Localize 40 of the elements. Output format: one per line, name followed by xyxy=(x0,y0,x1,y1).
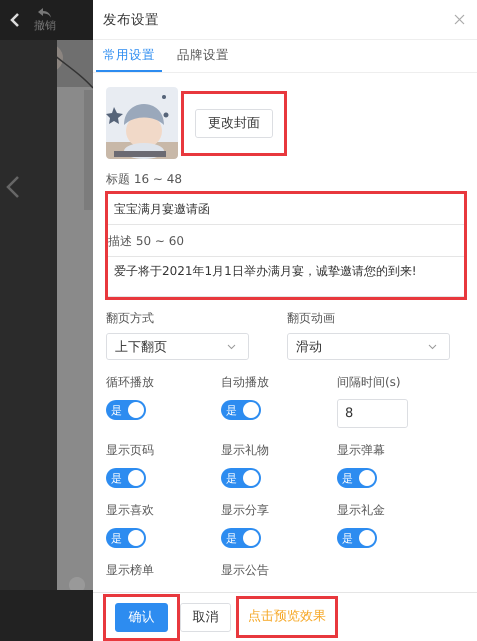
undo-icon xyxy=(38,8,52,18)
undo-button[interactable]: 撤销 xyxy=(34,8,56,32)
option-label: 显示公告 xyxy=(221,562,270,579)
caret-icon xyxy=(227,344,236,350)
confirm-button[interactable]: 确认 xyxy=(115,602,168,632)
tab[interactable]: 品牌设置 xyxy=(170,40,236,72)
field-label: 翻页动画 xyxy=(287,310,336,327)
chevron-left-icon[interactable] xyxy=(6,176,20,198)
option-label: 间隔时间(s) xyxy=(337,374,402,391)
toggle-switch[interactable]: 是 xyxy=(221,400,261,420)
field-label: 翻页方式 xyxy=(106,310,155,327)
option-label: 显示页码 xyxy=(106,442,155,459)
field-label: 描述 50 ~ 60 xyxy=(108,233,186,250)
option-label: 显示榜单 xyxy=(106,562,155,579)
close-icon[interactable] xyxy=(454,14,465,25)
option-label: 显示分享 xyxy=(221,502,270,519)
back-icon[interactable] xyxy=(10,13,20,27)
toggle-switch[interactable]: 是 xyxy=(106,528,146,548)
toggle-switch[interactable]: 是 xyxy=(221,468,261,488)
preview-link[interactable]: 点击预览效果 xyxy=(248,609,326,624)
tab[interactable]: 常用设置 xyxy=(96,40,162,72)
toggle-switch[interactable]: 是 xyxy=(106,468,146,488)
option-label: 显示弹幕 xyxy=(337,442,386,459)
dropdown[interactable]: 上下翻页 xyxy=(106,333,249,360)
number-field[interactable]: 8 xyxy=(337,399,408,428)
toggle-switch[interactable]: 是 xyxy=(337,468,377,488)
option-label: 循环播放 xyxy=(106,374,155,391)
toggle-switch[interactable]: 是 xyxy=(337,528,377,548)
option-label: 显示礼金 xyxy=(337,502,386,519)
field-label: 标题 16 ~ 48 xyxy=(106,171,184,188)
option-label: 显示礼物 xyxy=(221,442,270,459)
toggle-switch[interactable]: 是 xyxy=(106,400,146,420)
option-label: 显示喜欢 xyxy=(106,502,155,519)
cancel-button[interactable]: 取消 xyxy=(180,602,231,632)
change-cover-button[interactable]: 更改封面 xyxy=(195,108,273,138)
toggle-switch[interactable]: 是 xyxy=(221,528,261,548)
caret-icon xyxy=(428,344,437,350)
option-label: 自动播放 xyxy=(221,374,270,391)
dropdown[interactable]: 滑动 xyxy=(287,333,450,360)
panel-title: 发布设置 xyxy=(103,10,159,28)
